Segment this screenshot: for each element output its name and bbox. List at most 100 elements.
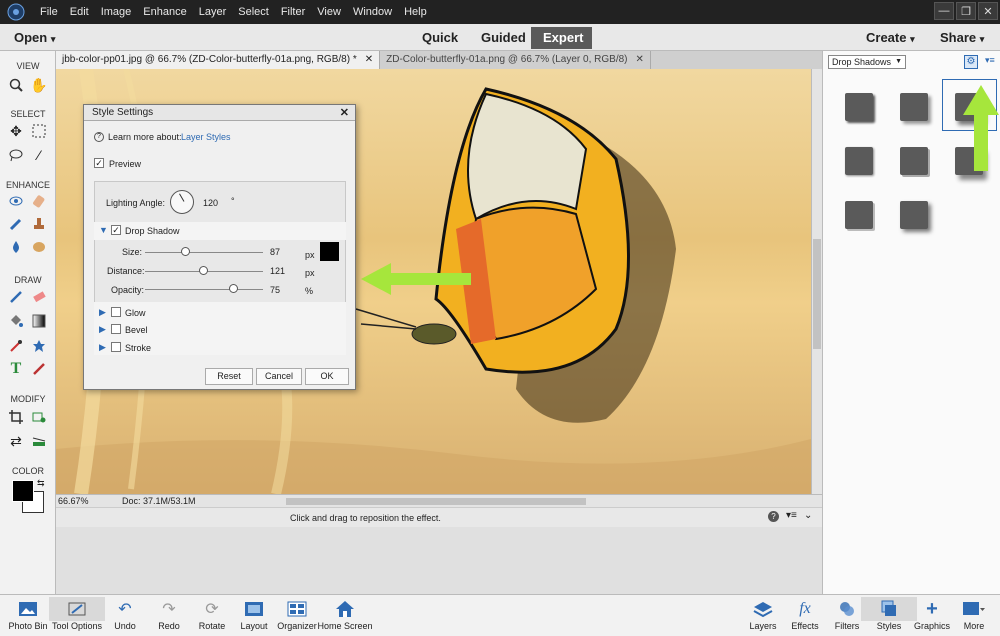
ok-button[interactable]: OK bbox=[305, 368, 349, 385]
swap-colors-icon[interactable]: ⇆ bbox=[37, 478, 45, 489]
distance-slider-knob[interactable] bbox=[199, 266, 208, 275]
minimize-button[interactable]: — bbox=[934, 2, 954, 20]
layer-styles-link[interactable]: Layer Styles bbox=[181, 132, 231, 142]
expanded-triangle-icon[interactable]: ▼ bbox=[99, 225, 108, 235]
lighting-angle-value[interactable]: 120 bbox=[203, 198, 218, 208]
create-button[interactable]: Create ▾ bbox=[866, 30, 915, 45]
vertical-scrollbar[interactable] bbox=[811, 69, 822, 494]
menu-image[interactable]: Image bbox=[95, 0, 138, 24]
chevron-down-icon[interactable]: ⌄ bbox=[804, 510, 812, 521]
clone-stamp-tool-icon[interactable] bbox=[30, 215, 48, 233]
menu-filter[interactable]: Filter bbox=[275, 0, 311, 24]
reset-button[interactable]: Reset bbox=[205, 368, 253, 385]
close-window-button[interactable]: ✕ bbox=[978, 2, 998, 20]
style-thumb-2[interactable] bbox=[900, 93, 928, 121]
sponge-tool-icon[interactable] bbox=[30, 238, 48, 256]
drop-shadow-checkbox[interactable]: ✓ bbox=[111, 225, 121, 235]
more-button[interactable]: More bbox=[946, 597, 1000, 631]
close-icon[interactable]: ✕ bbox=[365, 51, 373, 69]
move-tool-icon[interactable]: ✥ bbox=[7, 122, 25, 140]
mode-guided[interactable]: Guided bbox=[469, 27, 538, 49]
menu-help[interactable]: Help bbox=[398, 0, 433, 24]
home-screen-button[interactable]: Home Screen bbox=[316, 597, 374, 631]
menu-enhance[interactable]: Enhance bbox=[137, 0, 192, 24]
pencil-tool-icon[interactable] bbox=[30, 360, 48, 378]
menu-edit[interactable]: Edit bbox=[64, 0, 95, 24]
doc-size[interactable]: Doc: 37.1M/53.1M bbox=[122, 496, 196, 506]
mode-expert[interactable]: Expert bbox=[531, 27, 592, 49]
button-label: More bbox=[963, 621, 985, 631]
content-aware-move-tool-icon[interactable]: ⇄ bbox=[7, 432, 25, 450]
marquee-tool-icon[interactable] bbox=[30, 122, 48, 140]
style-thumb-1[interactable] bbox=[845, 93, 873, 121]
recompose-tool-icon[interactable] bbox=[30, 408, 48, 426]
size-label: Size: bbox=[122, 247, 143, 257]
size-value[interactable]: 87 bbox=[270, 247, 280, 257]
spot-healing-tool-icon[interactable] bbox=[30, 192, 48, 210]
style-thumb-5[interactable] bbox=[900, 147, 928, 175]
collapsed-triangle-icon[interactable]: ▶ bbox=[99, 307, 106, 318]
size-slider[interactable] bbox=[145, 252, 263, 253]
tab-document-2[interactable]: ZD-Color-butterfly-01a.png @ 66.7% (Laye… bbox=[380, 51, 651, 69]
smart-brush-tool-icon[interactable] bbox=[7, 215, 25, 233]
close-icon[interactable]: ✕ bbox=[340, 105, 349, 121]
tab-document-1[interactable]: jbb-color-pp01.jpg @ 66.7% (ZD-Color-but… bbox=[56, 51, 381, 69]
panel-menu-icon[interactable]: ▾≡ bbox=[786, 510, 797, 521]
bevel-checkbox[interactable] bbox=[111, 324, 121, 334]
brush-tool-icon[interactable] bbox=[7, 288, 25, 306]
collapsed-triangle-icon[interactable]: ▶ bbox=[99, 324, 106, 335]
style-settings-gear-icon[interactable]: ⚙ bbox=[964, 55, 978, 69]
eraser-tool-icon[interactable] bbox=[30, 288, 48, 306]
collapsed-triangle-icon[interactable]: ▶ bbox=[99, 342, 106, 353]
opacity-slider-knob[interactable] bbox=[228, 284, 238, 293]
home-icon bbox=[316, 597, 374, 621]
straighten-tool-icon[interactable] bbox=[30, 432, 48, 450]
red-eye-tool-icon[interactable] bbox=[7, 192, 25, 210]
hand-tool-icon[interactable]: ✋ bbox=[30, 76, 48, 94]
crop-tool-icon[interactable] bbox=[7, 408, 25, 426]
open-button[interactable]: Open ▾ bbox=[14, 30, 55, 45]
shadow-color-swatch[interactable] bbox=[320, 242, 339, 261]
restore-button[interactable]: ❐ bbox=[956, 2, 976, 20]
magic-wand-tool-icon[interactable]: ⁄ bbox=[30, 146, 48, 164]
menu-file[interactable]: File bbox=[34, 0, 64, 24]
opacity-value[interactable]: 75 bbox=[270, 285, 280, 295]
preview-checkbox[interactable]: ✓ bbox=[94, 158, 104, 168]
gradient-tool-icon[interactable] bbox=[30, 312, 48, 330]
lighting-angle-dial[interactable] bbox=[170, 190, 194, 214]
opacity-slider[interactable] bbox=[145, 289, 263, 290]
menu-view[interactable]: View bbox=[311, 0, 347, 24]
paint-bucket-tool-icon[interactable] bbox=[7, 312, 25, 330]
style-thumb-4[interactable] bbox=[845, 147, 873, 175]
distance-value[interactable]: 121 bbox=[270, 266, 285, 276]
foreground-color-swatch[interactable] bbox=[12, 480, 34, 502]
cancel-button[interactable]: Cancel bbox=[256, 368, 302, 385]
help-icon[interactable]: ? bbox=[768, 511, 779, 522]
tab-label: ZD-Color-butterfly-01a.png @ 66.7% (Laye… bbox=[386, 54, 628, 65]
style-thumb-8[interactable] bbox=[900, 201, 928, 229]
chevron-down-icon: ▼ bbox=[895, 58, 902, 65]
mode-quick[interactable]: Quick bbox=[410, 27, 470, 49]
style-category-dropdown[interactable]: Drop Shadows ▼ bbox=[828, 55, 906, 69]
glow-checkbox[interactable] bbox=[111, 307, 121, 317]
menu-layer[interactable]: Layer bbox=[193, 0, 233, 24]
lasso-tool-icon[interactable] bbox=[7, 146, 25, 164]
eyedropper-tool-icon[interactable] bbox=[7, 337, 25, 355]
scroll-thumb[interactable] bbox=[286, 498, 586, 505]
type-tool-icon[interactable]: T bbox=[7, 360, 25, 378]
custom-shape-tool-icon[interactable] bbox=[30, 337, 48, 355]
menu-select[interactable]: Select bbox=[232, 0, 275, 24]
menu-window[interactable]: Window bbox=[347, 0, 398, 24]
stroke-checkbox[interactable] bbox=[111, 342, 121, 352]
close-icon[interactable]: ✕ bbox=[635, 51, 643, 69]
blur-tool-icon[interactable] bbox=[7, 238, 25, 256]
scroll-thumb[interactable] bbox=[813, 239, 821, 349]
photo-bin-button[interactable]: Photo Bin bbox=[0, 597, 56, 631]
create-label: Create bbox=[866, 30, 907, 45]
panel-menu-icon[interactable]: ▾≡ bbox=[985, 55, 995, 66]
dialog-titlebar[interactable]: Style Settings ✕ bbox=[84, 105, 355, 121]
horizontal-scrollbar[interactable]: 66.67% Doc: 37.1M/53.1M bbox=[56, 494, 822, 507]
share-button[interactable]: Share ▾ bbox=[940, 30, 984, 45]
zoom-tool-icon[interactable] bbox=[7, 76, 25, 94]
style-thumb-7[interactable] bbox=[845, 201, 873, 229]
